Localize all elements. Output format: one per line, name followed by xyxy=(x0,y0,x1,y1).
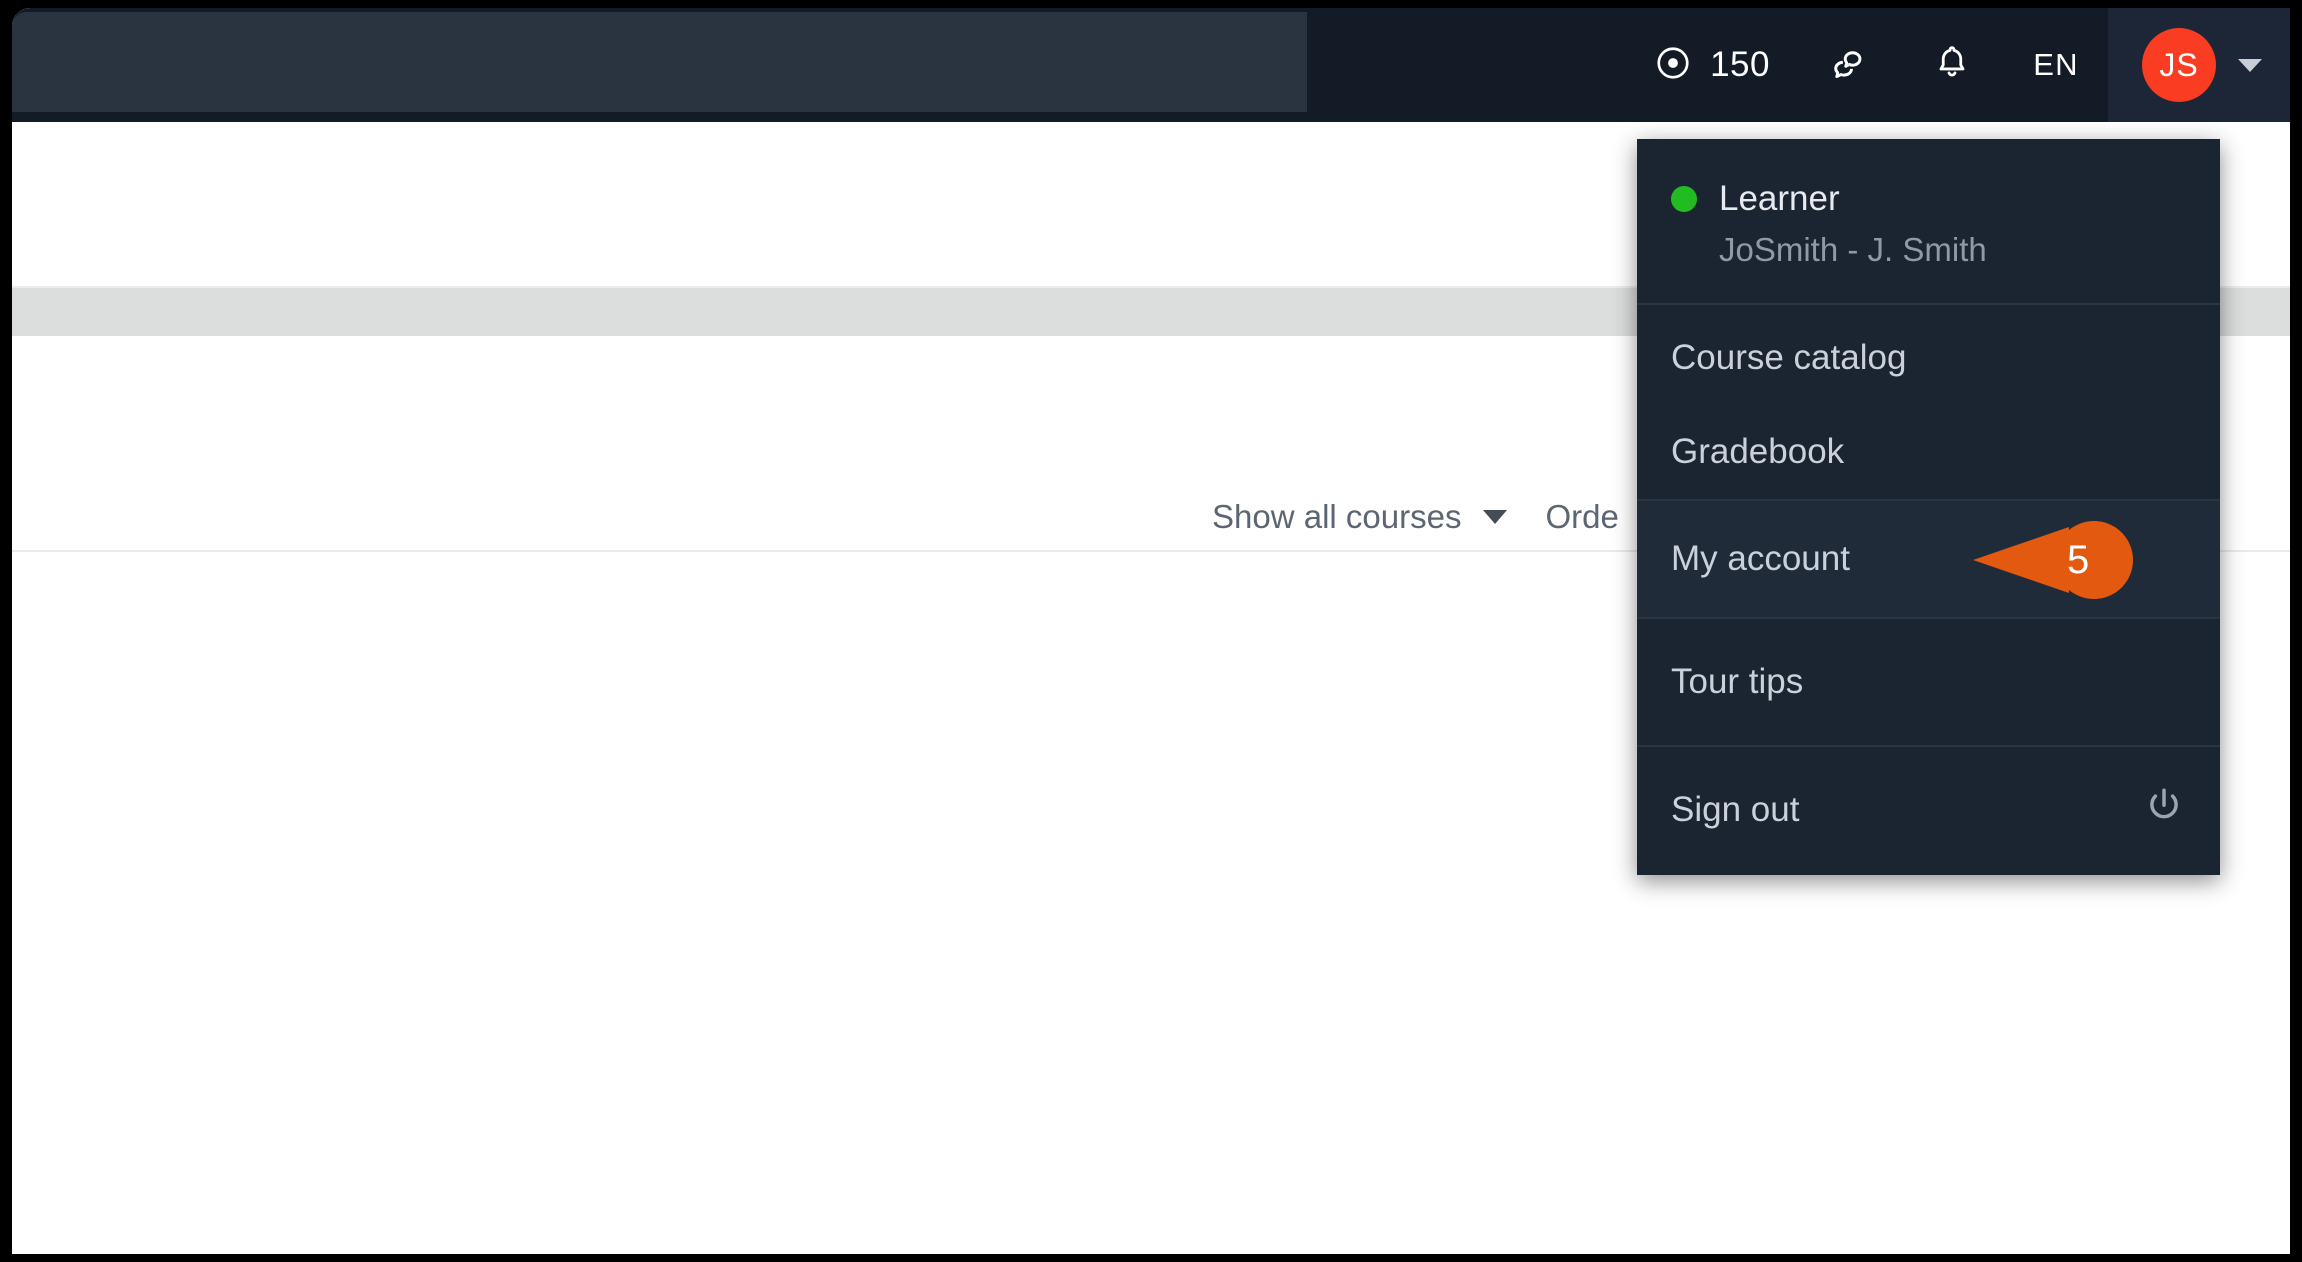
points-value: 150 xyxy=(1710,45,1770,84)
browser-viewport: 150 EN JS Show all courses Orde Learner … xyxy=(12,8,2290,1254)
account-role-line: Learner xyxy=(1671,179,2186,219)
topbar-actions: 150 EN JS xyxy=(1628,8,2290,122)
messages-button[interactable] xyxy=(1796,8,1900,122)
show-all-courses-filter[interactable]: Show all courses xyxy=(1212,498,1508,536)
menu-item-label: Course catalog xyxy=(1671,338,1907,377)
app-root: 150 EN JS Show all courses Orde Learner … xyxy=(0,0,2302,1262)
bell-icon xyxy=(1931,42,1973,89)
order-by-label: Orde xyxy=(1545,498,1619,535)
chat-bubbles-icon xyxy=(1826,41,1870,90)
top-navigation-bar: 150 EN JS xyxy=(12,8,2290,122)
menu-item-sign-out[interactable]: Sign out xyxy=(1637,747,2220,873)
notifications-button[interactable] xyxy=(1900,8,2004,122)
points-indicator[interactable]: 150 xyxy=(1628,8,1796,122)
show-all-courses-label: Show all courses xyxy=(1212,498,1462,535)
menu-item-label: Sign out xyxy=(1671,790,1800,829)
account-identity: Learner JoSmith - J. Smith xyxy=(1637,139,2220,303)
account-menu-toggle[interactable]: JS xyxy=(2108,8,2290,122)
menu-item-label: Gradebook xyxy=(1671,432,1845,471)
order-by-filter[interactable]: Orde xyxy=(1545,498,1618,536)
menu-group-navigation: Course catalog Gradebook xyxy=(1637,305,2220,499)
online-status-dot xyxy=(1671,186,1697,212)
target-icon xyxy=(1654,44,1692,87)
power-icon xyxy=(2142,784,2186,837)
language-label: EN xyxy=(2033,47,2079,82)
menu-item-label: My account xyxy=(1671,539,1850,578)
chevron-down-icon xyxy=(2238,58,2262,72)
chevron-down-icon xyxy=(1483,510,1508,524)
menu-item-gradebook[interactable]: Gradebook xyxy=(1637,405,2220,499)
account-dropdown-menu: Learner JoSmith - J. Smith Course catalo… xyxy=(1637,139,2220,875)
account-username: JoSmith - J. Smith xyxy=(1719,231,1987,268)
menu-item-course-catalog[interactable]: Course catalog xyxy=(1637,311,2220,405)
topbar-left-panel xyxy=(12,12,1307,112)
account-role: Learner xyxy=(1719,179,1840,218)
menu-item-my-account[interactable]: My account 5 xyxy=(1637,501,2220,617)
language-selector[interactable]: EN xyxy=(2004,8,2108,122)
menu-item-tour-tips[interactable]: Tour tips xyxy=(1637,619,2220,745)
menu-item-label: Tour tips xyxy=(1671,662,1804,701)
avatar: JS xyxy=(2142,28,2216,102)
